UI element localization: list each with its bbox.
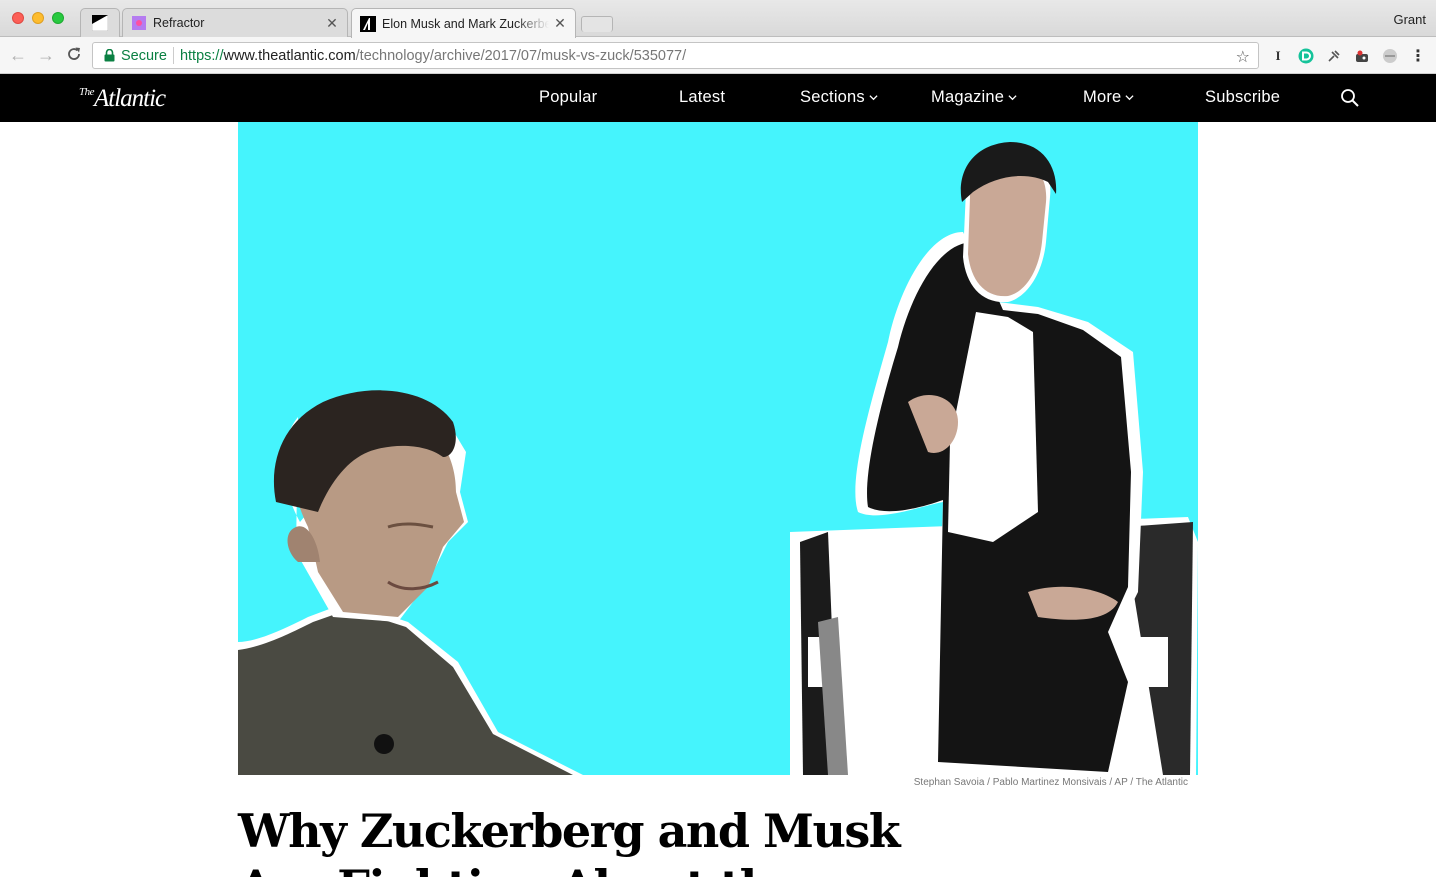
grammarly-extension-icon[interactable]	[1297, 47, 1315, 65]
image-credit-caption: Stephan Savoia / Pablo Martinez Monsivai…	[913, 777, 1188, 788]
nav-subscribe-label: Subscribe	[1205, 88, 1281, 106]
search-icon[interactable]	[1340, 88, 1360, 108]
lock-icon	[101, 49, 117, 62]
omnibox-divider	[172, 47, 174, 64]
tab-title: Refractor	[153, 16, 205, 30]
nav-popular[interactable]: Popular	[539, 88, 597, 107]
nav-sections[interactable]: Sections	[800, 88, 878, 107]
nav-subscribe[interactable]: Subscribe	[1205, 88, 1280, 107]
logo-the: The	[79, 86, 95, 98]
close-tab-icon[interactable]: ✕	[553, 15, 567, 32]
tab-pinned[interactable]	[80, 8, 120, 37]
logo-name: Atlantic	[94, 85, 166, 112]
right-portrait	[790, 142, 1198, 775]
forward-arrow-icon[interactable]: →	[36, 45, 56, 65]
chevron-down-icon	[1125, 95, 1134, 101]
nav-more-label: More	[1083, 88, 1122, 106]
hero-image	[238, 122, 1198, 775]
secure-label: Secure	[121, 47, 167, 64]
disabled-extension-icon[interactable]	[1381, 47, 1399, 65]
reload-icon[interactable]	[64, 45, 84, 65]
nav-latest-label: Latest	[679, 88, 726, 106]
atlantic-logo[interactable]: TheAtlantic	[79, 85, 166, 113]
headline-line-1: Why Zuckerberg and Musk	[238, 804, 901, 858]
reload-glyph-icon	[68, 47, 80, 60]
url-scheme: https://	[179, 47, 224, 64]
instapaper-extension-icon[interactable]: I	[1269, 47, 1287, 65]
close-window-button[interactable]	[12, 12, 24, 24]
hero-illustration	[238, 142, 1198, 775]
nav-latest[interactable]: Latest	[679, 88, 725, 107]
address-bar[interactable]: Secure https://www.theatlantic.com/techn…	[92, 42, 1259, 69]
site-header: TheAtlantic Popular Latest Sections Maga…	[0, 74, 1436, 122]
nav-popular-label: Popular	[539, 88, 598, 106]
chevron-down-icon	[869, 95, 878, 101]
nav-magazine-label: Magazine	[931, 88, 1005, 106]
chrome-menu-icon[interactable]: ⋮	[1409, 47, 1427, 65]
nav-sections-label: Sections	[800, 88, 865, 106]
pin-extension-icon[interactable]	[1325, 47, 1343, 65]
browser-toolbar: ← → Secure https://www.theatlantic.com/t…	[0, 37, 1436, 74]
nav-magazine[interactable]: Magazine	[931, 88, 1017, 107]
close-tab-icon[interactable]: ✕	[325, 15, 339, 32]
tab-title: Elon Musk and Mark Zuckerberg	[382, 16, 549, 31]
url-path: /technology/archive/2017/07/musk-vs-zuck…	[355, 47, 687, 64]
back-arrow-icon[interactable]: ←	[8, 45, 28, 65]
new-tab-button[interactable]	[581, 16, 613, 32]
headline-line-2: Are Fighting About the	[238, 859, 1138, 877]
chevron-down-icon	[1008, 95, 1017, 101]
refractor-favicon-icon	[132, 16, 146, 30]
pinned-tab-favicon-icon	[92, 15, 108, 31]
tab-refractor[interactable]: Refractor ✕	[122, 8, 348, 37]
bookmark-star-icon[interactable]: ☆	[1236, 47, 1250, 67]
profile-name[interactable]: Grant	[1393, 12, 1426, 27]
zoom-window-button[interactable]	[52, 12, 64, 24]
atlantic-favicon-icon	[360, 15, 376, 32]
nav-more[interactable]: More	[1083, 88, 1134, 107]
ghost-extension-icon[interactable]	[1353, 47, 1371, 65]
left-portrait	[238, 390, 583, 775]
tab-active-article[interactable]: Elon Musk and Mark Zuckerberg ✕	[351, 8, 576, 38]
minimize-window-button[interactable]	[32, 12, 44, 24]
browser-titlebar: Refractor ✕ Elon Musk and Mark Zuckerber…	[0, 0, 1436, 38]
article-headline: Why Zuckerberg and Musk Are Fighting Abo…	[238, 803, 1138, 877]
url-host: www.theatlantic.com	[223, 47, 356, 64]
